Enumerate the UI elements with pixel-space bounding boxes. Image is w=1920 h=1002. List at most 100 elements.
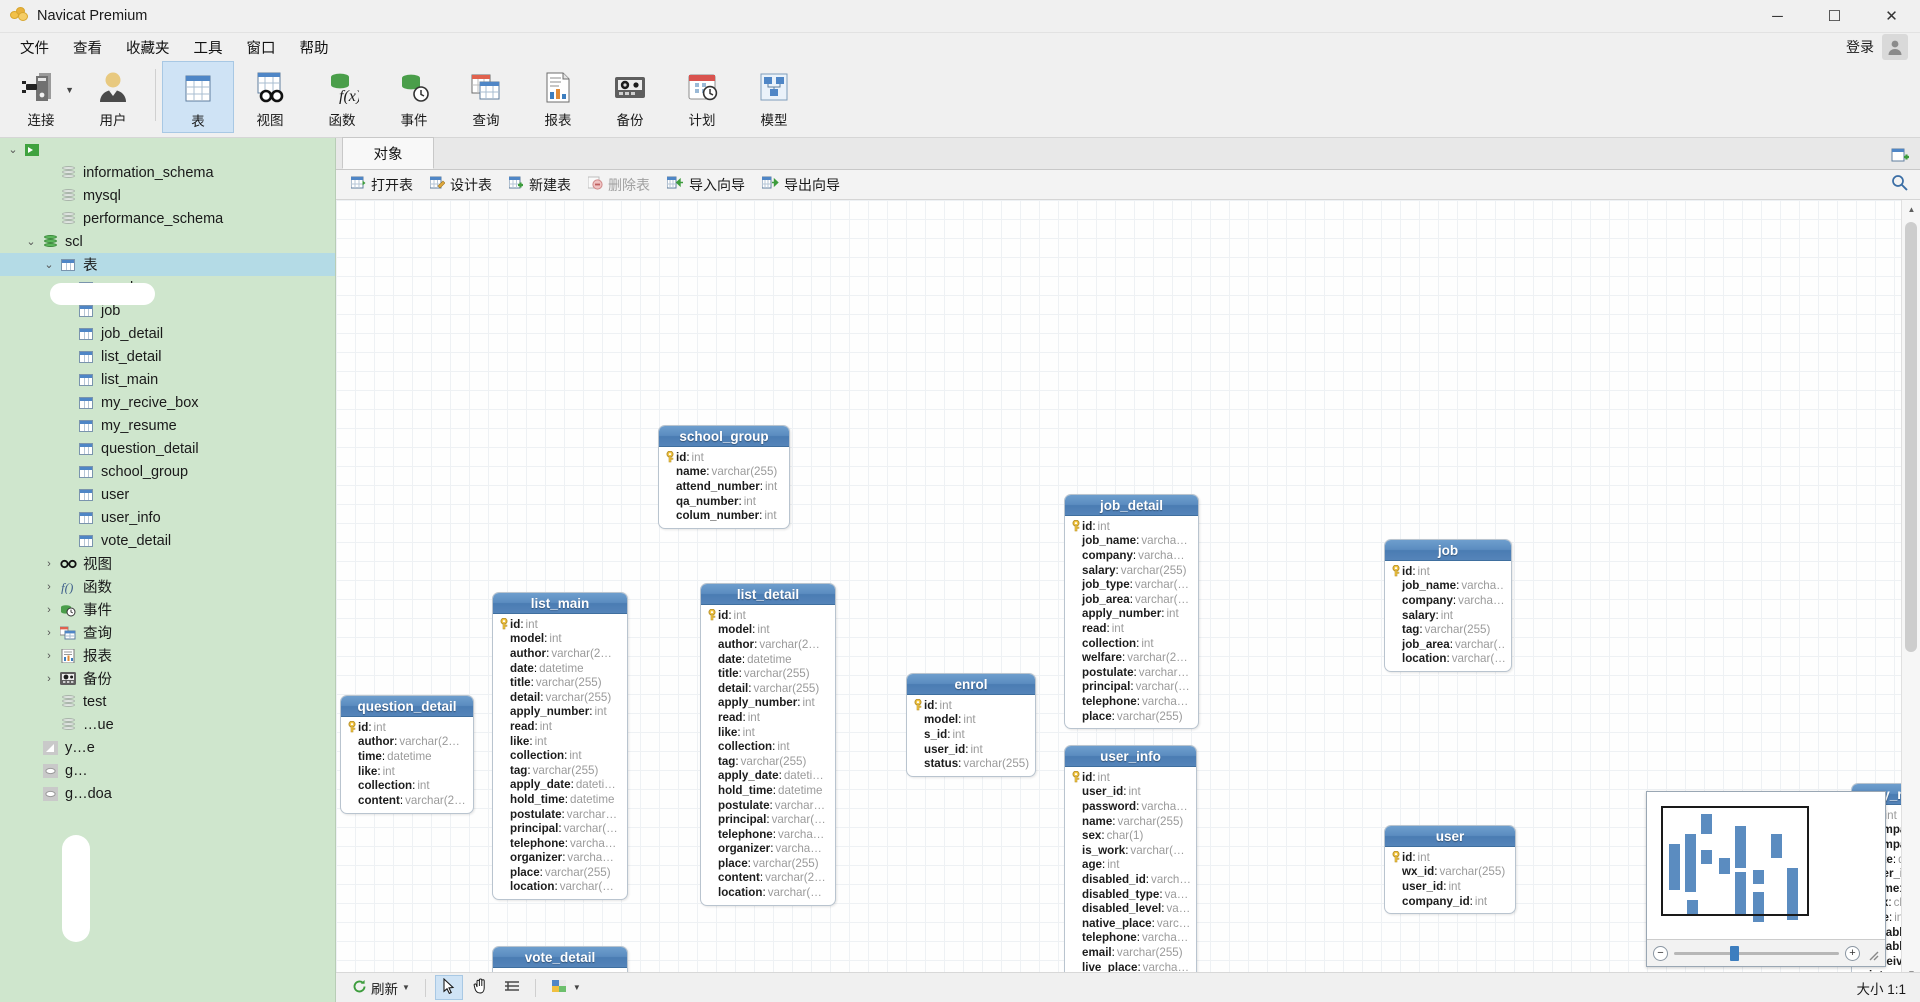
erd-column[interactable]: collection: int: [497, 748, 621, 763]
design-table-button[interactable]: 设计表: [423, 172, 499, 198]
erd-column[interactable]: date:datetime: [705, 652, 829, 667]
chevron-right-icon[interactable]: ›: [40, 581, 58, 593]
minimap-canvas[interactable]: [1647, 792, 1885, 939]
toolbar-query[interactable]: 查询: [450, 61, 522, 133]
zoom-slider-knob[interactable]: [1730, 945, 1740, 961]
toolbar-user[interactable]: 用户: [77, 61, 149, 133]
erd-column[interactable]: company_id:int: [1389, 894, 1509, 909]
erd-column[interactable]: job_name: varcha…: [1069, 534, 1192, 549]
erd-table-list_detail[interactable]: list_detail id: int model: int author: varchar…: [700, 583, 836, 906]
erd-column[interactable]: title: varchar(255): [705, 666, 829, 681]
tree-item-视图[interactable]: › 视图: [0, 552, 335, 575]
pointer-tool-button[interactable]: [434, 975, 463, 1000]
erd-column[interactable]: content: varchar(2…: [705, 871, 829, 886]
erd-column[interactable]: disabled_type:va…: [1069, 887, 1190, 902]
erd-table-enrol[interactable]: enrol id: int model: int s_id: int user_id: int s…: [906, 673, 1036, 777]
zoom-out-button[interactable]: −: [1653, 945, 1668, 961]
erd-column[interactable]: organizer: varcha…: [497, 851, 621, 866]
vertical-scrollbar[interactable]: ▲ ▼: [1901, 200, 1920, 983]
erd-column[interactable]: author: varchar(2…: [705, 637, 829, 652]
erd-column[interactable]: hold_time: datetime: [497, 792, 621, 807]
erd-column[interactable]: id:int: [1389, 564, 1505, 579]
import-wizard-button[interactable]: 导入向导: [660, 172, 752, 198]
erd-column[interactable]: id:int: [345, 720, 467, 735]
relation-tool-button[interactable]: [498, 977, 526, 998]
erd-column[interactable]: location: varchar(…: [705, 885, 829, 900]
chevron-down-icon[interactable]: ▼: [65, 85, 74, 95]
erd-column[interactable]: principal: varchar(…: [705, 812, 829, 827]
erd-column[interactable]: apply_number: int: [1069, 607, 1192, 622]
tree-item-user[interactable]: user: [0, 483, 335, 506]
erd-column[interactable]: author: varchar(2…: [497, 646, 621, 661]
erd-column[interactable]: like: int: [497, 734, 621, 749]
tree-item-job_detail[interactable]: job_detail: [0, 322, 335, 345]
erd-column[interactable]: s_id: int: [911, 727, 1029, 742]
tree-item-查询[interactable]: › 查询: [0, 621, 335, 644]
erd-column[interactable]: id:int: [1069, 770, 1190, 785]
erd-column[interactable]: detail: varchar(255): [705, 681, 829, 696]
chevron-down-icon[interactable]: ⌄: [40, 258, 58, 271]
tree-item-list_main[interactable]: list_main: [0, 368, 335, 391]
chevron-right-icon[interactable]: ›: [40, 650, 58, 662]
erd-column[interactable]: organizer: varcha…: [705, 842, 829, 857]
erd-column[interactable]: welfare: varchar(2…: [1069, 650, 1192, 665]
tree-item-函数[interactable]: › f() 函数: [0, 575, 335, 598]
erd-column[interactable]: email: varchar(255): [1069, 945, 1190, 960]
erd-column[interactable]: company:varcha…: [1069, 548, 1192, 563]
close-button[interactable]: ✕: [1863, 0, 1920, 33]
tree-item-g…doa[interactable]: g…doa: [0, 782, 335, 805]
object-tree-sidebar[interactable]: ⌄ information_schema mysql performance_sche…: [0, 138, 336, 1002]
tree-item-事件[interactable]: › 事件: [0, 598, 335, 621]
erd-column[interactable]: password: varcha…: [1069, 799, 1190, 814]
erd-column[interactable]: id:int: [705, 608, 829, 623]
erd-column[interactable]: age:int: [1069, 858, 1190, 873]
delete-table-button[interactable]: 删除表: [581, 172, 657, 198]
erd-column[interactable]: name:varchar(255): [663, 465, 783, 480]
tree-item-备份[interactable]: › 备份: [0, 667, 335, 690]
er-diagram-area[interactable]: school_group id: int name: varchar(255) atten…: [336, 200, 1920, 1002]
erd-column[interactable]: principal: varchar(…: [497, 821, 621, 836]
erd-column[interactable]: salary: int: [1389, 608, 1505, 623]
maximize-button[interactable]: ☐: [1806, 0, 1863, 33]
erd-column[interactable]: status: varchar(255): [911, 756, 1029, 771]
hand-tool-button[interactable]: [467, 976, 494, 999]
toolbar-table[interactable]: 表: [162, 61, 234, 133]
tree-item-g…[interactable]: g…: [0, 759, 335, 782]
erd-column[interactable]: apply_date: dateti…: [705, 769, 829, 784]
toolbar-connection[interactable]: 连接 ▼: [5, 61, 77, 133]
erd-column[interactable]: company:varcha…: [1389, 593, 1505, 608]
menu-favorites[interactable]: 收藏夹: [114, 34, 182, 61]
tree-item-job[interactable]: job: [0, 299, 335, 322]
erd-table-user[interactable]: user id: int wx_id: varchar(255) user_id: int c…: [1384, 825, 1516, 915]
scroll-up-arrow[interactable]: ▲: [1902, 200, 1920, 219]
toolbar-backup[interactable]: 备份: [594, 61, 666, 133]
erd-column[interactable]: collection: int: [345, 778, 467, 793]
tree-item-school_group[interactable]: school_group: [0, 460, 335, 483]
tree-item-information_schema[interactable]: information_schema: [0, 161, 335, 184]
erd-column[interactable]: job_type: varchar(…: [1069, 577, 1192, 592]
erd-column[interactable]: is_work: varchar(…: [1069, 843, 1190, 858]
resize-grip-icon[interactable]: [1868, 948, 1879, 960]
tree-item-question_detail[interactable]: question_detail: [0, 437, 335, 460]
chevron-down-icon[interactable]: ⌄: [4, 143, 22, 156]
erd-column[interactable]: read: int: [705, 710, 829, 725]
erd-table-question_detail[interactable]: question_detail id: int author: varchar(2… ti…: [340, 695, 474, 814]
erd-column[interactable]: id:int: [663, 450, 783, 465]
erd-column[interactable]: apply_date: dateti…: [497, 778, 621, 793]
erd-column[interactable]: attend_number: int: [663, 479, 783, 494]
vertical-scroll-thumb[interactable]: [1905, 222, 1917, 652]
erd-column[interactable]: principal: varchar(…: [1069, 680, 1192, 695]
erd-column[interactable]: telephone: varcha…: [705, 827, 829, 842]
chevron-right-icon[interactable]: ›: [40, 604, 58, 616]
erd-column[interactable]: postulate: varchar…: [1069, 665, 1192, 680]
erd-column[interactable]: qa_number: int: [663, 494, 783, 509]
chevron-down-icon[interactable]: ⌄: [22, 235, 40, 248]
erd-table-list_main[interactable]: list_main id: int model: int author: varchar(2…: [492, 592, 628, 901]
erd-column[interactable]: wx_id: varchar(255): [1389, 865, 1509, 880]
erd-column[interactable]: model: int: [911, 713, 1029, 728]
erd-column[interactable]: apply_number: int: [705, 696, 829, 711]
tree-item-list_detail[interactable]: list_detail: [0, 345, 335, 368]
erd-column[interactable]: date:datetime: [497, 661, 621, 676]
erd-column[interactable]: user_id:int: [911, 742, 1029, 757]
tree-item-报表[interactable]: › 报表: [0, 644, 335, 667]
